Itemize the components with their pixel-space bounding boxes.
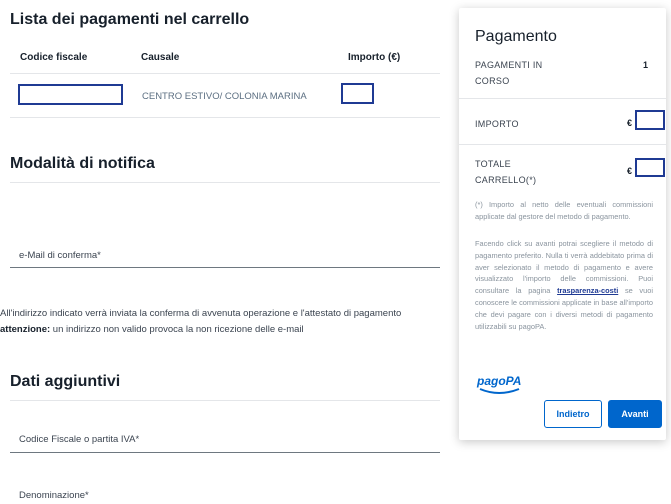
extra-data-divider bbox=[10, 400, 440, 401]
back-button[interactable]: Indietro bbox=[544, 400, 602, 428]
table-header-divider bbox=[10, 73, 440, 74]
column-header-amount: Importo (€) bbox=[348, 52, 401, 63]
amount-label: IMPORTO bbox=[475, 119, 519, 129]
next-button[interactable]: Avanti bbox=[608, 400, 662, 428]
summary-divider bbox=[459, 144, 666, 145]
total-value-redacted bbox=[635, 158, 665, 177]
row-causale: CENTRO ESTIVO/ COLONIA MARINA bbox=[142, 91, 307, 102]
fiscal-code-field-label: Codice Fiscale o partita IVA* bbox=[19, 434, 140, 445]
cart-total-label: TOTALE CARRELLO(*) bbox=[475, 159, 537, 185]
column-header-fiscal-code: Codice fiscale bbox=[20, 52, 88, 63]
fiscal-code-redacted bbox=[18, 84, 123, 105]
amount-redacted bbox=[341, 83, 374, 104]
commission-note: (*) Importo al netto delle eventuali com… bbox=[475, 200, 653, 221]
pagopa-logo: pagoPA bbox=[477, 374, 522, 394]
payment-title: Pagamento bbox=[475, 28, 557, 45]
payments-in-progress-value: 1 bbox=[642, 60, 648, 70]
fiscal-code-field-underline[interactable] bbox=[10, 452, 440, 453]
notification-divider bbox=[10, 182, 440, 183]
payment-summary-card: Pagamento PAGAMENTI IN CORSO 1 IMPORTO €… bbox=[459, 8, 666, 440]
email-field-label: e-Mail di conferma* bbox=[19, 250, 101, 261]
amount-currency: € bbox=[627, 118, 633, 128]
denomination-field-label: Denominazione* bbox=[19, 490, 89, 501]
warning-text: un indirizzo non valido provoca la non r… bbox=[50, 324, 304, 335]
summary-divider bbox=[459, 98, 666, 99]
cart-title: Lista dei pagamenti nel carrello bbox=[10, 11, 250, 28]
pagopa-logo-swoosh-icon bbox=[479, 388, 520, 394]
amount-value-redacted bbox=[635, 110, 665, 130]
warning-label: attenzione: bbox=[0, 324, 51, 335]
email-field-underline[interactable] bbox=[10, 267, 440, 268]
notification-warning: attenzione: un indirizzo non valido prov… bbox=[0, 324, 304, 335]
table-bottom-divider bbox=[10, 117, 440, 118]
notification-title: Modalità di notifica bbox=[10, 155, 155, 172]
extra-data-title: Dati aggiuntivi bbox=[10, 373, 121, 390]
payments-in-progress-label: PAGAMENTI IN CORSO bbox=[475, 60, 543, 86]
pagopa-logo-text: pagoPA bbox=[477, 374, 522, 388]
column-header-causale: Causale bbox=[141, 52, 180, 63]
total-currency: € bbox=[627, 166, 633, 176]
transparency-costs-link[interactable]: trasparenza-costi bbox=[557, 286, 618, 295]
payment-info-text: Facendo click su avanti potrai scegliere… bbox=[475, 238, 653, 332]
notification-info-text: All'indirizzo indicato verrà inviata la … bbox=[0, 308, 402, 319]
